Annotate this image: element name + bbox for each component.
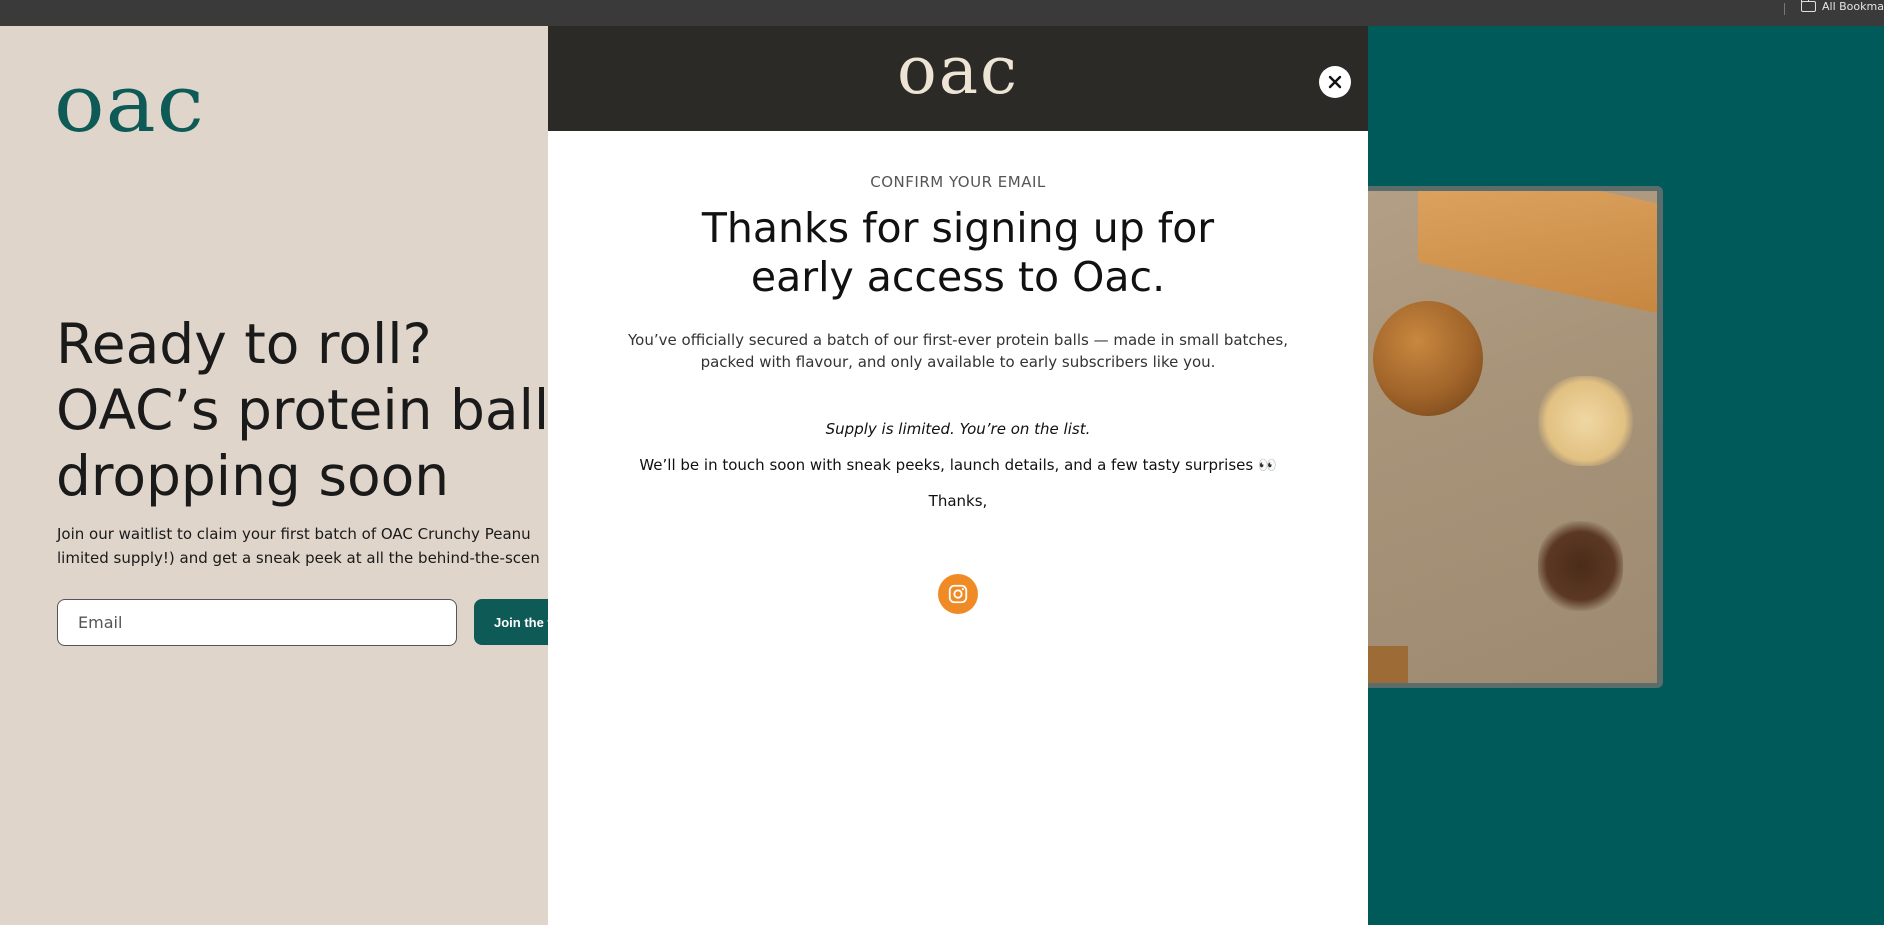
modal-logo: oac bbox=[896, 32, 1020, 109]
hero-title-line: dropping soon bbox=[56, 444, 450, 508]
oats-shape bbox=[1538, 376, 1633, 466]
thanks-note: Thanks, bbox=[928, 492, 988, 510]
modal-title: Thanks for signing up for early access t… bbox=[548, 204, 1368, 302]
cacao-nibs-shape bbox=[1538, 521, 1623, 611]
product-photo-frame bbox=[1368, 186, 1663, 688]
browser-bookmarks-bar: All Bookma bbox=[0, 0, 1884, 26]
toolbar-divider bbox=[1784, 3, 1785, 15]
modal-intro-line: You’ve officially secured a batch of our… bbox=[628, 331, 1288, 349]
product-photo bbox=[1368, 191, 1657, 683]
site-logo[interactable]: oac bbox=[54, 64, 205, 144]
hero-title-line: Ready to roll? bbox=[56, 312, 432, 376]
board-edge-shape bbox=[1368, 646, 1408, 683]
instagram-button[interactable] bbox=[938, 574, 978, 614]
modal-intro-line: packed with flavour, and only available … bbox=[700, 353, 1216, 371]
modal-header: oac bbox=[548, 26, 1368, 131]
landing-page-left: oac Ready to roll? OAC’s protein balls d… bbox=[0, 26, 548, 925]
all-bookmarks-button[interactable]: All Bookma bbox=[1801, 0, 1884, 13]
close-icon bbox=[1328, 75, 1342, 89]
modal-title-line: Thanks for signing up for bbox=[701, 204, 1215, 252]
all-bookmarks-label: All Bookma bbox=[1822, 0, 1884, 13]
modal-eyebrow: CONFIRM YOUR EMAIL bbox=[870, 173, 1046, 191]
hero-title-line: OAC’s protein balls bbox=[56, 378, 548, 442]
close-modal-button[interactable] bbox=[1319, 66, 1351, 98]
hero-title: Ready to roll? OAC’s protein balls dropp… bbox=[56, 311, 548, 509]
protein-ball-shape bbox=[1373, 301, 1483, 416]
hero-subtitle-line: Join our waitlist to claim your first ba… bbox=[57, 525, 531, 543]
folder-icon bbox=[1801, 0, 1816, 12]
instagram-icon bbox=[948, 584, 968, 604]
touch-note: We’ll be in touch soon with sneak peeks,… bbox=[639, 456, 1277, 474]
hero-subtitle: Join our waitlist to claim your first ba… bbox=[57, 522, 548, 570]
confirm-email-modal: oac CONFIRM YOUR EMAIL Thanks for signin… bbox=[548, 26, 1368, 925]
landing-page-right bbox=[1368, 26, 1884, 925]
hero-subtitle-line: limited supply!) and get a sneak peek at… bbox=[57, 549, 540, 567]
supply-note: Supply is limited. You’re on the list. bbox=[825, 420, 1091, 438]
modal-title-line: early access to Oac. bbox=[750, 253, 1166, 301]
pouch-shape bbox=[1418, 191, 1657, 320]
join-waitlist-button[interactable]: Join the w bbox=[474, 599, 548, 645]
modal-intro: You’ve officially secured a batch of our… bbox=[548, 329, 1368, 373]
waitlist-email-input[interactable] bbox=[57, 599, 457, 646]
